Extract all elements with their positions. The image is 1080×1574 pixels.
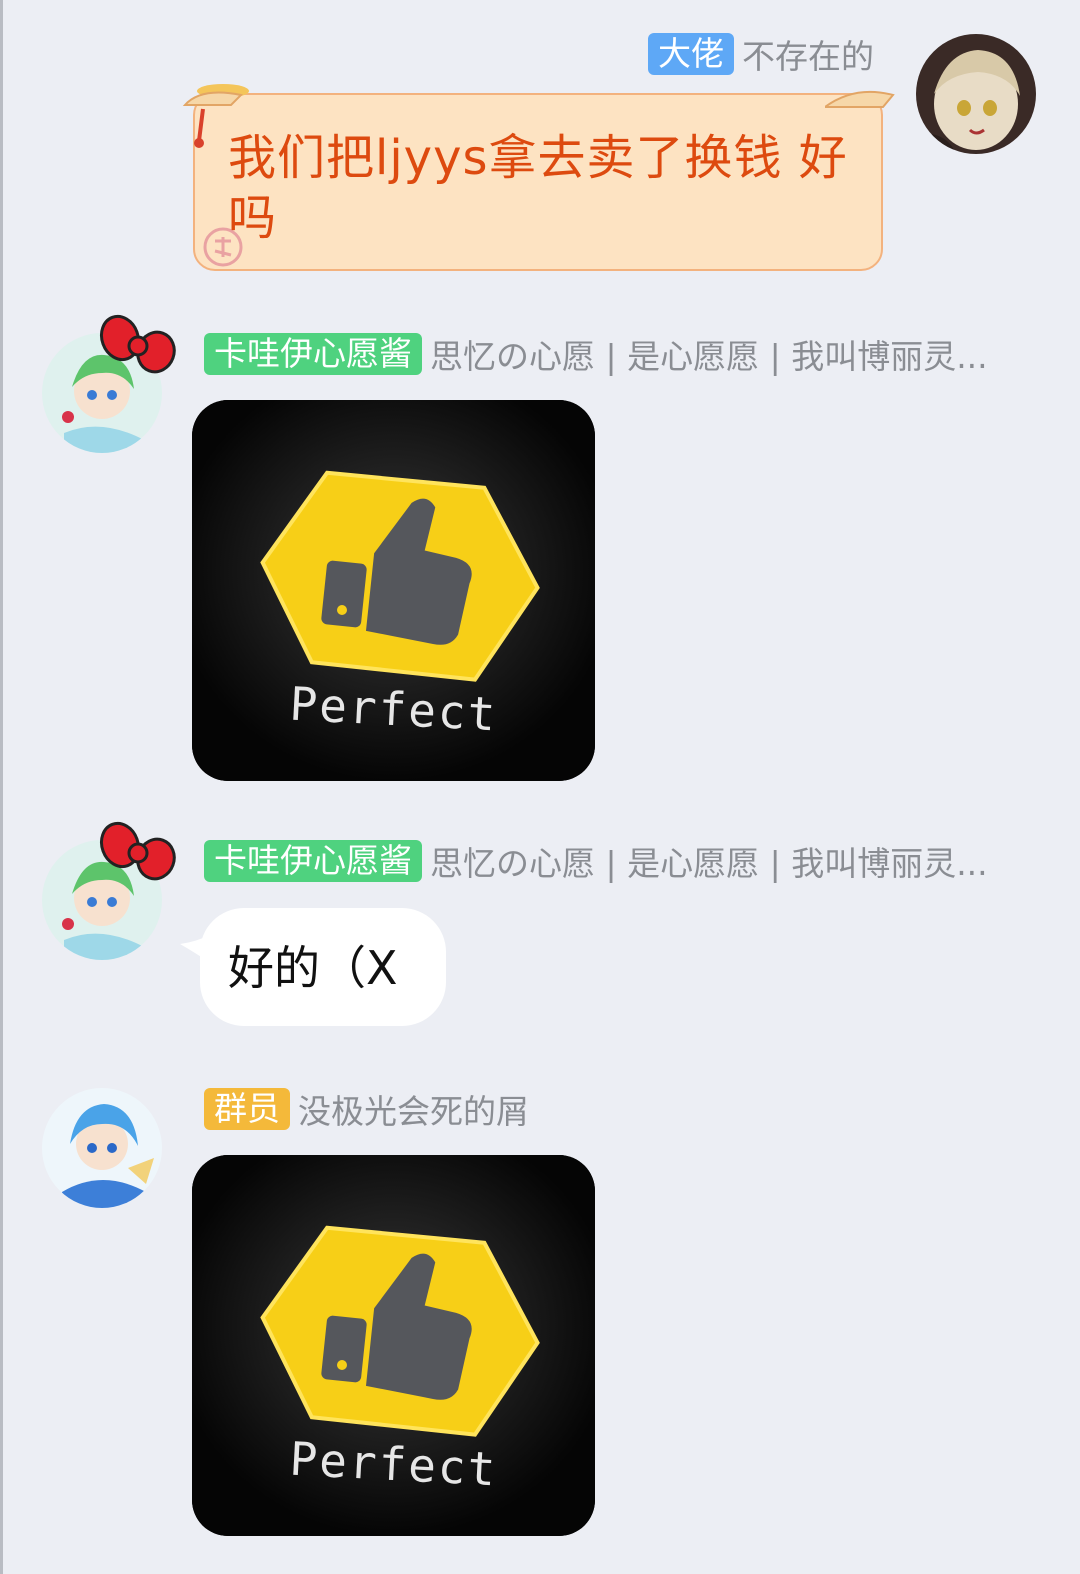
sender-name-row: 大佬 不存在的 bbox=[648, 32, 874, 76]
bow-icon bbox=[99, 821, 176, 881]
title-badge: 卡哇伊心愿酱 bbox=[204, 333, 422, 375]
sender-name-row: 群员 没极光会死的屑 bbox=[204, 1087, 1034, 1131]
sender-name-row: 卡哇伊心愿酱 思忆の心愿 | 是心愿愿 | 我叫博丽灵... bbox=[204, 839, 1034, 883]
sender-nickname[interactable]: 不存在的 bbox=[742, 30, 874, 78]
rank-badge: 大佬 bbox=[648, 33, 734, 75]
sender-nickname[interactable]: 思忆の心愿 | 是心愿愿 | 我叫博丽灵... bbox=[430, 330, 988, 378]
sticker-image[interactable]: Perfect bbox=[192, 400, 595, 781]
avatar[interactable] bbox=[916, 34, 1036, 154]
role-badge: 群员 bbox=[204, 1088, 290, 1130]
sender-name-row: 卡哇伊心愿酱 思忆の心愿 | 是心愿愿 | 我叫博丽灵... bbox=[204, 332, 1034, 376]
sender-nickname[interactable]: 思忆の心愿 | 是心愿愿 | 我叫博丽灵... bbox=[430, 837, 988, 885]
sender-nickname[interactable]: 没极光会死的屑 bbox=[298, 1085, 529, 1133]
window-left-edge bbox=[0, 0, 3, 1574]
bubble-ornament-icon bbox=[825, 90, 895, 108]
bow-icon bbox=[99, 314, 176, 374]
avatar[interactable] bbox=[42, 1088, 162, 1208]
message-text: 好的（X bbox=[228, 941, 398, 995]
message-text: 我们把ljyys拿去卖了换钱 好吗 bbox=[228, 130, 848, 246]
sticker-image[interactable]: Perfect bbox=[192, 1155, 595, 1536]
title-badge: 卡哇伊心愿酱 bbox=[204, 840, 422, 882]
